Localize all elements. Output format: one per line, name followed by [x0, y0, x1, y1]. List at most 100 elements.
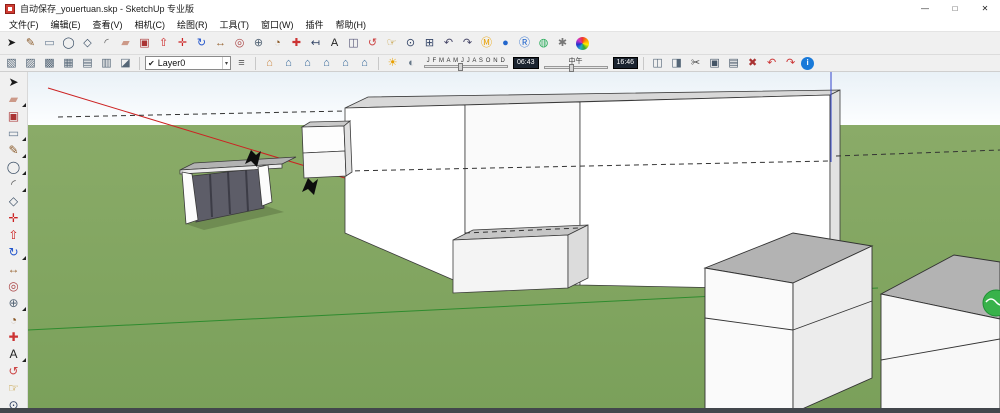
axes-tool-icon[interactable]: ✚ [2, 328, 26, 345]
tape-measure-tool-icon[interactable]: ⊕ [2, 294, 26, 311]
layer-dropdown[interactable]: ✔ Layer0 ▾ [145, 56, 231, 70]
menu-item[interactable]: 窗口(W) [255, 18, 300, 31]
display-monochrome-icon[interactable]: ▤ [79, 55, 96, 72]
scale-tool-icon[interactable]: ↔ [212, 35, 229, 52]
paintbucket-tool-icon[interactable]: ▣ [136, 35, 153, 52]
display-backedges-icon[interactable]: ◪ [117, 55, 134, 72]
move-tool-icon[interactable]: ✛ [174, 35, 191, 52]
view-back-icon[interactable]: ⌂ [337, 55, 354, 72]
close-button[interactable]: ✕ [970, 0, 1000, 17]
zoom-tool-icon[interactable]: ⊙ [402, 35, 419, 52]
view-left-icon[interactable]: ⌂ [356, 55, 373, 72]
paste-icon[interactable]: ▤ [725, 55, 742, 72]
line-tool-icon[interactable]: ✎ [2, 141, 26, 158]
select-tool-icon[interactable]: ➤ [2, 73, 26, 90]
arc-tool-icon[interactable]: ◜ [2, 175, 26, 192]
menu-item[interactable]: 相机(C) [129, 18, 172, 31]
protractor-tool-icon[interactable]: ◔ [2, 311, 26, 328]
protractor-tool-icon[interactable]: ◔ [269, 35, 286, 52]
view-iso-icon[interactable]: ⌂ [261, 55, 278, 72]
minimize-button[interactable]: — [910, 0, 940, 17]
viewport[interactable] [28, 72, 1000, 413]
cube-lower-front[interactable] [303, 151, 346, 178]
eraser-tool-icon[interactable]: ▰ [117, 35, 134, 52]
cut-scissors-icon[interactable]: ✂ [687, 55, 704, 72]
pan-tool-icon[interactable]: ☞ [383, 35, 400, 52]
scale-tool-icon[interactable]: ↔ [2, 260, 26, 277]
tape-measure-tool-icon[interactable]: ⊕ [250, 35, 267, 52]
paintbucket-tool-icon[interactable]: ▣ [2, 107, 26, 124]
redo-icon[interactable]: ↷ [782, 55, 799, 72]
eraser-tool-icon[interactable]: ▰ [2, 90, 26, 107]
text-tool-icon[interactable]: A [2, 345, 26, 362]
section-fill-icon[interactable]: ◨ [668, 55, 685, 72]
rotate-tool-icon[interactable]: ↻ [2, 243, 26, 260]
undo-icon[interactable]: ↶ [763, 55, 780, 72]
orbit-tool-icon[interactable]: ↺ [364, 35, 381, 52]
near-box-front[interactable] [705, 268, 793, 413]
plugin-colorwheel-icon[interactable] [576, 37, 589, 50]
date-slider[interactable] [424, 65, 508, 68]
polygon-tool-icon[interactable]: ◇ [2, 192, 26, 209]
menu-item[interactable]: 插件 [300, 18, 330, 31]
menu-item[interactable]: 查看(V) [87, 18, 129, 31]
pushpull-tool-icon[interactable]: ⇧ [2, 226, 26, 243]
menu-item[interactable]: 绘图(R) [171, 18, 214, 31]
display-xray-icon[interactable]: ▥ [98, 55, 115, 72]
select-tool-icon[interactable]: ➤ [3, 35, 20, 52]
view-front-icon[interactable]: ⌂ [299, 55, 316, 72]
chevron-down-icon[interactable]: ▾ [222, 57, 228, 69]
display-textured-icon[interactable]: ▦ [60, 55, 77, 72]
axes-tool-icon[interactable]: ✚ [288, 35, 305, 52]
rotate-tool-icon[interactable]: ↻ [193, 35, 210, 52]
line-tool-icon[interactable]: ✎ [22, 35, 39, 52]
previous-view-icon[interactable]: ↶ [440, 35, 457, 52]
delete-icon[interactable]: ✖ [744, 55, 761, 72]
step-box-front[interactable] [453, 235, 568, 293]
rectangle-tool-icon[interactable]: ▭ [41, 35, 58, 52]
step-box-side[interactable] [568, 225, 588, 288]
rectangle-tool-icon[interactable]: ▭ [2, 124, 26, 141]
polygon-tool-icon[interactable]: ◇ [79, 35, 96, 52]
display-wireframe-icon[interactable]: ▧ [3, 55, 20, 72]
sunrise-time-field[interactable]: 06:43 [513, 57, 539, 69]
cube-upper-front[interactable] [302, 126, 345, 153]
offset-tool-icon[interactable]: ◎ [231, 35, 248, 52]
pushpull-tool-icon[interactable]: ⇧ [155, 35, 172, 52]
time-slider[interactable] [544, 66, 608, 69]
maximize-button[interactable]: □ [940, 0, 970, 17]
menu-item[interactable]: 文件(F) [3, 18, 45, 31]
next-view-icon[interactable]: ↷ [459, 35, 476, 52]
stacked-cubes[interactable] [302, 121, 352, 178]
near-box[interactable] [705, 233, 872, 413]
offset-tool-icon[interactable]: ◎ [2, 277, 26, 294]
plugin-tools-icon[interactable]: ✱ [554, 35, 571, 52]
orbit-tool-icon[interactable]: ↺ [2, 362, 26, 379]
viewport-canvas[interactable] [28, 72, 1000, 413]
zoom-extents-tool-icon[interactable]: ⊞ [421, 35, 438, 52]
layer-manager-icon[interactable]: ≡ [233, 55, 250, 72]
shadow-settings-icon[interactable]: ☀ [384, 55, 401, 72]
menu-item[interactable]: 工具(T) [214, 18, 256, 31]
plugin-m-icon[interactable]: Ⓜ [478, 35, 495, 52]
pan-tool-icon[interactable]: ☞ [2, 379, 26, 396]
sunset-time-field[interactable]: 16:46 [613, 57, 639, 69]
plugin-sphere-icon[interactable]: ● [497, 35, 514, 52]
circle-tool-icon[interactable]: ◯ [2, 158, 26, 175]
section-plane-icon[interactable]: ◫ [649, 55, 666, 72]
move-tool-icon[interactable]: ✛ [2, 209, 26, 226]
shadow-toggle-icon[interactable]: ◐ [403, 55, 420, 72]
plugin-r-icon[interactable]: Ⓡ [516, 35, 533, 52]
display-hiddenline-icon[interactable]: ▨ [22, 55, 39, 72]
date-slider-handle[interactable] [458, 63, 463, 71]
time-slider-handle[interactable] [569, 64, 574, 72]
menu-item[interactable]: 编辑(E) [45, 18, 87, 31]
copy-icon[interactable]: ▣ [706, 55, 723, 72]
circle-tool-icon[interactable]: ◯ [60, 35, 77, 52]
menu-item[interactable]: 帮助(H) [330, 18, 373, 31]
info-icon[interactable]: i [801, 57, 814, 70]
text-tool-icon[interactable]: A [326, 35, 343, 52]
arc-tool-icon[interactable]: ◜ [98, 35, 115, 52]
dimension-tool-icon[interactable]: ↤ [307, 35, 324, 52]
section-plane-tool-icon[interactable]: ◫ [345, 35, 362, 52]
